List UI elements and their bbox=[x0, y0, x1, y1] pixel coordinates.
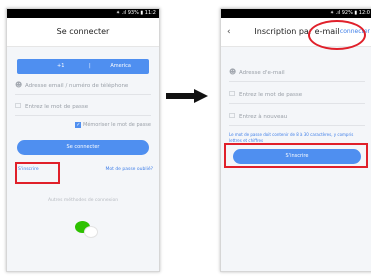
forgot-password-link[interactable]: Mot de passe oublié? bbox=[105, 167, 153, 172]
password-placeholder: Entrez le mot de passe bbox=[25, 104, 89, 110]
wechat-icon[interactable] bbox=[75, 221, 99, 238]
password-placeholder: Entrez le mot de passe bbox=[239, 92, 303, 98]
country-code: +1 bbox=[57, 63, 65, 69]
separator: | bbox=[89, 63, 91, 69]
login-screen: ✴ .ıl 93% ▮ 11:2 Se connecter +1 | Ameri… bbox=[6, 8, 160, 272]
repeat-password-field[interactable]: ☐ Entrez à nouveau bbox=[229, 107, 365, 126]
register-button-highlight bbox=[224, 143, 368, 168]
status-bar: ✴ .ıl 92% ▮ 12:0 bbox=[221, 9, 371, 18]
email-field[interactable]: ☻ Adresse email / numéro de téléphone bbox=[15, 76, 151, 95]
country-selector[interactable]: +1 | America bbox=[17, 59, 149, 74]
email-placeholder: Adresse d'e-mail bbox=[239, 70, 285, 76]
lock-icon: ☐ bbox=[15, 102, 22, 110]
other-methods-label: Autres méthodes de connexion bbox=[47, 198, 119, 203]
password-hint: Le mot de passe doit contenir de 8 à 30 … bbox=[229, 132, 354, 143]
checkbox-icon[interactable]: ✓ bbox=[75, 121, 82, 128]
user-icon: ☻ bbox=[229, 68, 237, 76]
email-field[interactable]: ☻ Adresse d'e-mail bbox=[229, 63, 365, 82]
lock-icon: ☐ bbox=[229, 90, 236, 98]
remember-label: Mémoriser le mot de passe bbox=[83, 122, 151, 128]
title-bar: Se connecter bbox=[7, 18, 159, 47]
status-bar: ✴ .ıl 93% ▮ 11:2 bbox=[7, 9, 159, 18]
connect-button[interactable]: Se connecter bbox=[17, 140, 149, 155]
register-highlight bbox=[15, 162, 60, 184]
remember-password-row[interactable]: ✓ Mémoriser le mot de passe bbox=[75, 121, 151, 129]
email-placeholder: Adresse email / numéro de téléphone bbox=[25, 83, 129, 89]
arrow-right-icon bbox=[166, 89, 208, 103]
repeat-placeholder: Entrez à nouveau bbox=[239, 114, 288, 120]
connect-highlight bbox=[308, 20, 366, 50]
country-name: America bbox=[110, 63, 131, 69]
password-field[interactable]: ☐ Entrez le mot de passe bbox=[229, 85, 365, 104]
user-icon: ☻ bbox=[15, 81, 23, 89]
page-title: Se connecter bbox=[56, 27, 110, 36]
lock-icon: ☐ bbox=[229, 112, 236, 120]
password-field[interactable]: ☐ Entrez le mot de passe bbox=[15, 97, 151, 116]
